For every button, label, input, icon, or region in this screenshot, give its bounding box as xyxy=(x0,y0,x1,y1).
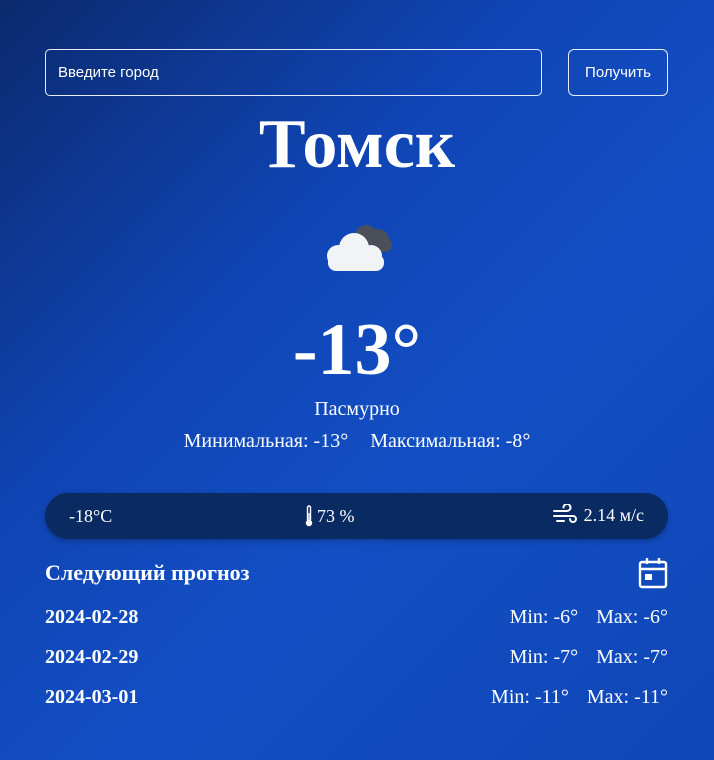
current-temperature: -13° xyxy=(292,309,422,391)
wind: 2.14 м/с xyxy=(552,504,644,526)
forecast-min: Min: -6° xyxy=(509,606,579,628)
forecast-date: 2024-03-01 xyxy=(45,686,139,708)
wind-value: 2.14 м/с xyxy=(583,504,644,525)
wind-icon xyxy=(552,504,577,523)
forecast-range: Min: -7° Max: -7° xyxy=(510,646,668,669)
humidity: 73 % xyxy=(303,504,355,528)
thermometer-icon xyxy=(305,505,313,527)
search-bar: Получить xyxy=(45,49,668,96)
forecast-row: 2024-02-29 Min: -7° Max: -7° xyxy=(45,644,668,684)
forecast-max: Max: -6° xyxy=(596,606,668,628)
weather-description: Пасмурно xyxy=(314,398,400,420)
calendar-icon[interactable] xyxy=(638,557,668,589)
forecast-row: 2024-03-01 Min: -11° Max: -11° xyxy=(45,684,668,724)
max-temperature: Максимальная: -8° xyxy=(370,430,531,452)
city-input[interactable] xyxy=(45,49,542,96)
forecast-min: Min: -11° xyxy=(491,686,569,708)
forecast-max: Max: -7° xyxy=(596,646,668,668)
forecast-list: 2024-02-28 Min: -6° Max: -6° 2024-02-29 M… xyxy=(45,604,668,724)
details-bar: -18°C 73 % 2.14 м/с xyxy=(45,493,668,539)
min-max-temperature: Минимальная: -13° Максимальная: -8° xyxy=(0,430,714,453)
humidity-value: 73 % xyxy=(317,505,355,526)
min-temperature: Минимальная: -13° xyxy=(183,430,349,452)
forecast-min: Min: -7° xyxy=(509,646,579,668)
forecast-date: 2024-02-29 xyxy=(45,646,139,668)
forecast-range: Min: -11° Max: -11° xyxy=(491,686,668,709)
forecast-title: Следующий прогноз xyxy=(45,560,250,585)
city-name: Томск xyxy=(258,106,456,183)
forecast-date: 2024-02-28 xyxy=(45,606,139,628)
forecast-row: 2024-02-28 Min: -6° Max: -6° xyxy=(45,604,668,644)
forecast-max: Max: -11° xyxy=(586,686,668,708)
forecast-range: Min: -6° Max: -6° xyxy=(510,606,668,629)
cloudy-icon xyxy=(327,225,392,271)
get-weather-button[interactable]: Получить xyxy=(568,49,668,96)
feels-like-value: -18°C xyxy=(69,506,113,526)
